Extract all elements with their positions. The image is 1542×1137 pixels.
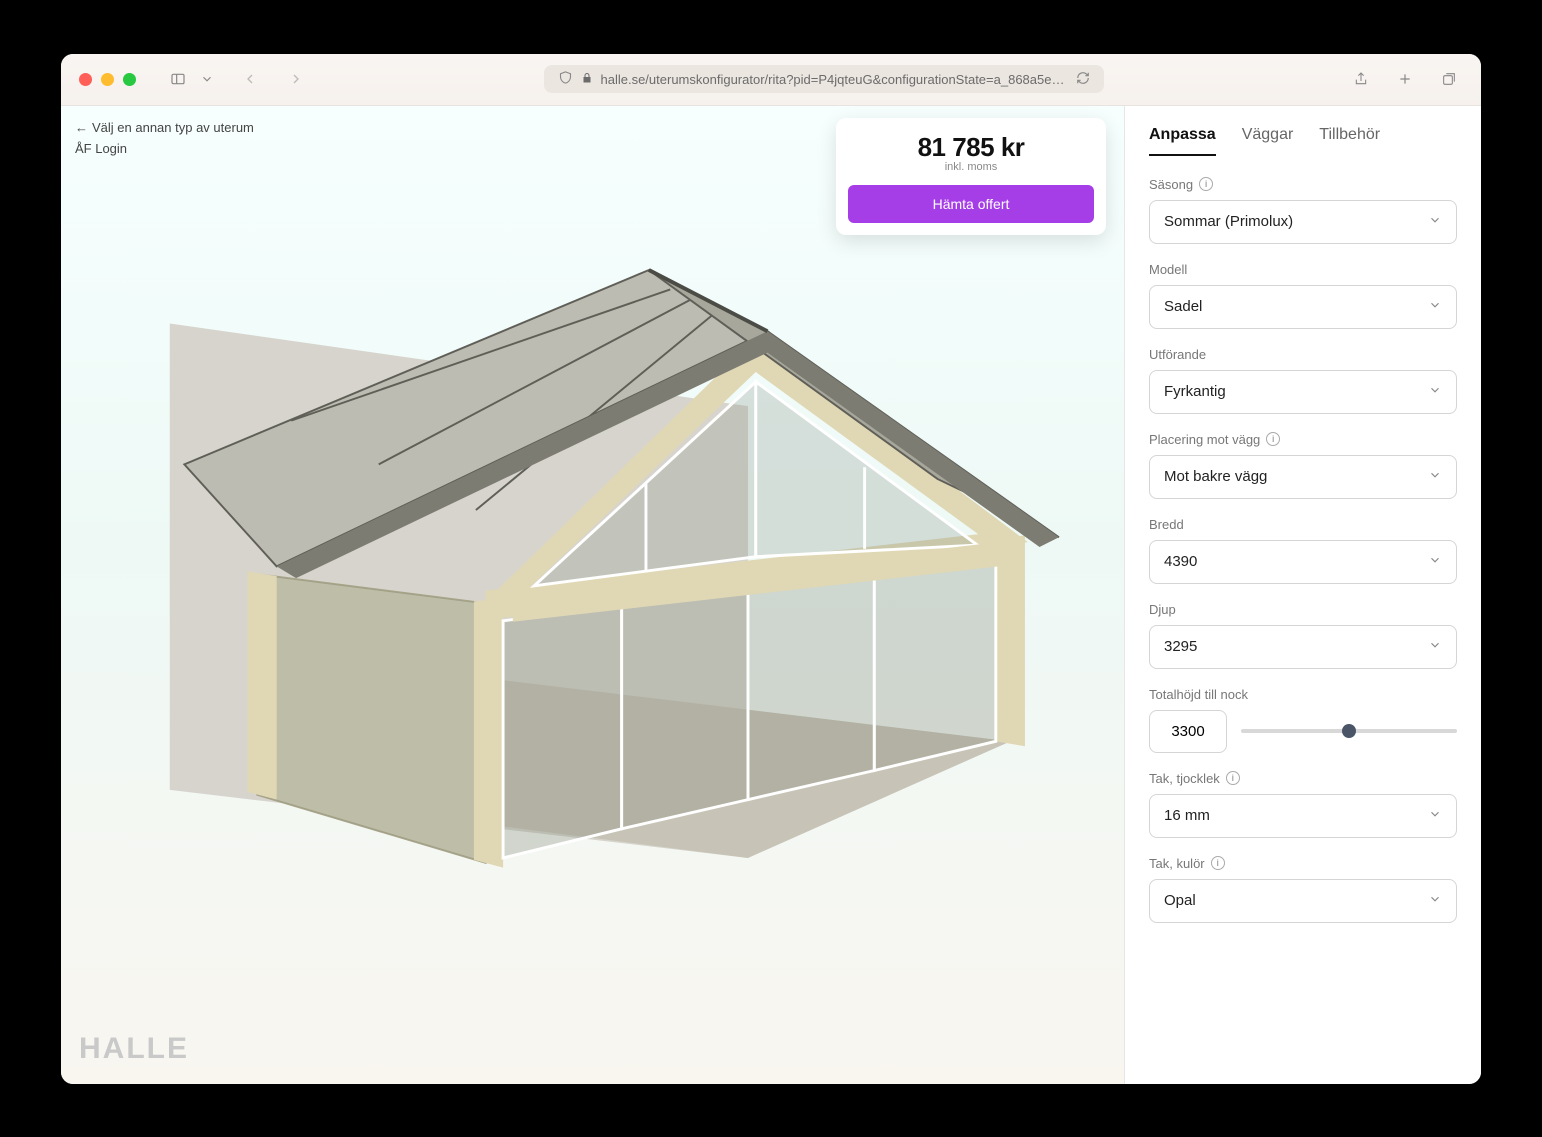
label-placement: Placering mot vägg i bbox=[1149, 432, 1457, 447]
select-placement[interactable]: Mot bakre vägg bbox=[1149, 455, 1457, 499]
height-slider[interactable] bbox=[1241, 729, 1457, 733]
browser-window: halle.se/uterumskonfigurator/rita?pid=P4… bbox=[61, 54, 1481, 1084]
forward-button[interactable] bbox=[282, 67, 310, 91]
select-placement-value: Mot bakre vägg bbox=[1164, 468, 1267, 485]
choose-other-type-label: Välj en annan typ av uterum bbox=[92, 120, 254, 135]
get-quote-button[interactable]: Hämta offert bbox=[848, 185, 1094, 223]
label-season: Säsong i bbox=[1149, 177, 1457, 192]
content-area: ← Välj en annan typ av uterum ÅF Login 8… bbox=[61, 106, 1481, 1084]
select-season[interactable]: Sommar (Primolux) bbox=[1149, 200, 1457, 244]
url-text: halle.se/uterumskonfigurator/rita?pid=P4… bbox=[601, 72, 1068, 87]
config-tabs: Anpassa Väggar Tillbehör bbox=[1149, 106, 1457, 157]
viewer-panel: ← Välj en annan typ av uterum ÅF Login 8… bbox=[61, 106, 1125, 1084]
select-width-value: 4390 bbox=[1164, 553, 1197, 570]
window-controls bbox=[79, 73, 136, 86]
toolbar-right bbox=[1347, 67, 1463, 91]
field-season: Säsong i Sommar (Primolux) bbox=[1149, 177, 1457, 244]
info-icon[interactable]: i bbox=[1211, 856, 1225, 870]
info-icon[interactable]: i bbox=[1199, 177, 1213, 191]
info-icon[interactable]: i bbox=[1226, 771, 1240, 785]
arrow-left-icon: ← bbox=[75, 120, 88, 135]
chevron-down-icon bbox=[1428, 892, 1442, 910]
field-roof-thickness: Tak, tjocklek i 16 mm bbox=[1149, 771, 1457, 838]
sidebar-toggle-group bbox=[164, 67, 214, 91]
select-roof-color[interactable]: Opal bbox=[1149, 879, 1457, 923]
select-roof-color-value: Opal bbox=[1164, 892, 1196, 909]
label-width: Bredd bbox=[1149, 517, 1457, 532]
back-button[interactable] bbox=[236, 67, 264, 91]
chevron-down-icon bbox=[1428, 638, 1442, 656]
label-model: Modell bbox=[1149, 262, 1457, 277]
tabs-overview-icon[interactable] bbox=[1435, 67, 1463, 91]
tab-vaggar[interactable]: Väggar bbox=[1242, 126, 1294, 156]
chevron-down-icon bbox=[1428, 468, 1442, 486]
new-tab-icon[interactable] bbox=[1391, 67, 1419, 91]
model-3d-view[interactable] bbox=[121, 236, 1064, 994]
label-roof-color: Tak, kulör i bbox=[1149, 856, 1457, 871]
brand-logo: HALLE bbox=[79, 1032, 189, 1066]
label-depth: Djup bbox=[1149, 602, 1457, 617]
field-height: Totalhöjd till nock bbox=[1149, 687, 1457, 753]
select-depth[interactable]: 3295 bbox=[1149, 625, 1457, 669]
tab-anpassa[interactable]: Anpassa bbox=[1149, 126, 1216, 156]
label-style: Utförande bbox=[1149, 347, 1457, 362]
close-window-button[interactable] bbox=[79, 73, 92, 86]
chevron-down-icon[interactable] bbox=[200, 67, 214, 91]
label-height: Totalhöjd till nock bbox=[1149, 687, 1457, 702]
price-value: 81 785 kr bbox=[848, 132, 1094, 163]
choose-other-type-link[interactable]: ← Välj en annan typ av uterum bbox=[75, 120, 254, 135]
af-login-link[interactable]: ÅF Login bbox=[75, 141, 254, 156]
minimize-window-button[interactable] bbox=[101, 73, 114, 86]
address-bar-wrap: halle.se/uterumskonfigurator/rita?pid=P4… bbox=[324, 65, 1323, 93]
sidebar-toggle-icon[interactable] bbox=[164, 67, 192, 91]
address-bar[interactable]: halle.se/uterumskonfigurator/rita?pid=P4… bbox=[544, 65, 1104, 93]
field-width: Bredd 4390 bbox=[1149, 517, 1457, 584]
refresh-icon[interactable] bbox=[1076, 71, 1090, 88]
price-subtitle: inkl. moms bbox=[848, 161, 1094, 173]
label-roof-thickness: Tak, tjocklek i bbox=[1149, 771, 1457, 786]
house-render bbox=[121, 236, 1064, 994]
slider-thumb[interactable] bbox=[1342, 724, 1356, 738]
chevron-down-icon bbox=[1428, 553, 1442, 571]
privacy-shield-icon[interactable] bbox=[558, 70, 573, 88]
select-model-value: Sadel bbox=[1164, 298, 1202, 315]
field-placement: Placering mot vägg i Mot bakre vägg bbox=[1149, 432, 1457, 499]
nav-arrows bbox=[236, 67, 310, 91]
select-depth-value: 3295 bbox=[1164, 638, 1197, 655]
select-season-value: Sommar (Primolux) bbox=[1164, 213, 1293, 230]
chevron-down-icon bbox=[1428, 807, 1442, 825]
select-style-value: Fyrkantig bbox=[1164, 383, 1226, 400]
height-row bbox=[1149, 710, 1457, 753]
select-roof-thickness-value: 16 mm bbox=[1164, 807, 1210, 824]
field-model: Modell Sadel bbox=[1149, 262, 1457, 329]
tab-tillbehor[interactable]: Tillbehör bbox=[1319, 126, 1380, 156]
select-roof-thickness[interactable]: 16 mm bbox=[1149, 794, 1457, 838]
chevron-down-icon bbox=[1428, 298, 1442, 316]
share-icon[interactable] bbox=[1347, 67, 1375, 91]
viewer-top-links: ← Välj en annan typ av uterum ÅF Login bbox=[75, 120, 254, 156]
titlebar: halle.se/uterumskonfigurator/rita?pid=P4… bbox=[61, 54, 1481, 106]
config-sidebar: Anpassa Väggar Tillbehör Säsong i Sommar… bbox=[1125, 106, 1481, 1084]
field-roof-color: Tak, kulör i Opal bbox=[1149, 856, 1457, 923]
lock-icon bbox=[581, 72, 593, 87]
select-style[interactable]: Fyrkantig bbox=[1149, 370, 1457, 414]
info-icon[interactable]: i bbox=[1266, 432, 1280, 446]
select-width[interactable]: 4390 bbox=[1149, 540, 1457, 584]
field-depth: Djup 3295 bbox=[1149, 602, 1457, 669]
height-input[interactable] bbox=[1149, 710, 1227, 753]
chevron-down-icon bbox=[1428, 383, 1442, 401]
price-card: 81 785 kr inkl. moms Hämta offert bbox=[836, 118, 1106, 235]
maximize-window-button[interactable] bbox=[123, 73, 136, 86]
chevron-down-icon bbox=[1428, 213, 1442, 231]
select-model[interactable]: Sadel bbox=[1149, 285, 1457, 329]
field-style: Utförande Fyrkantig bbox=[1149, 347, 1457, 414]
